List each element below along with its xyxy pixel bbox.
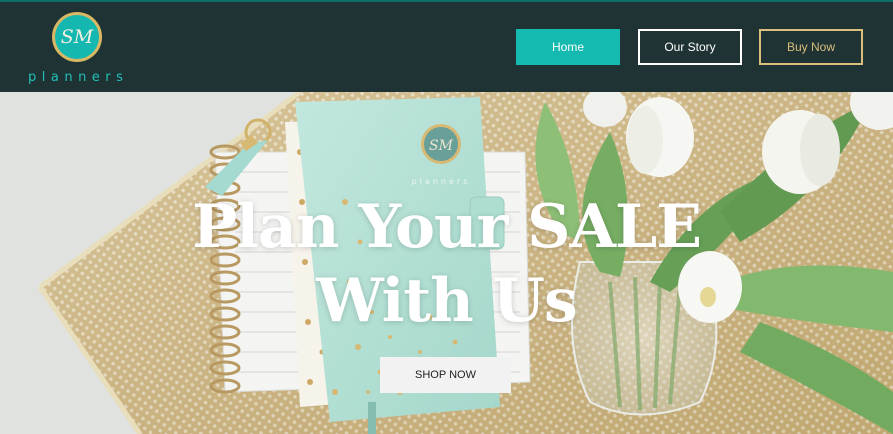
hero-title-line-1: Plan Your SALE (192, 192, 702, 262)
nav-our-story-button[interactable]: Our Story (638, 29, 742, 65)
hero-title: Plan Your SALE With Us (0, 190, 893, 338)
hero-title-line-2: With Us (316, 266, 577, 336)
nav-home-button[interactable]: Home (516, 29, 620, 65)
nav-buy-now-button[interactable]: Buy Now (759, 29, 863, 65)
logo-monogram: SM (55, 15, 99, 59)
hero-section: SM planners Plan Your SALE With Us SHOP … (0, 92, 893, 434)
logo-seal: SM (52, 12, 102, 62)
shop-now-button[interactable]: SHOP NOW (380, 357, 511, 393)
site-logo[interactable]: SM planners (28, 10, 128, 86)
site-header: SM planners Home Our Story Buy Now (0, 2, 893, 92)
logo-wordmark: planners (28, 70, 129, 85)
